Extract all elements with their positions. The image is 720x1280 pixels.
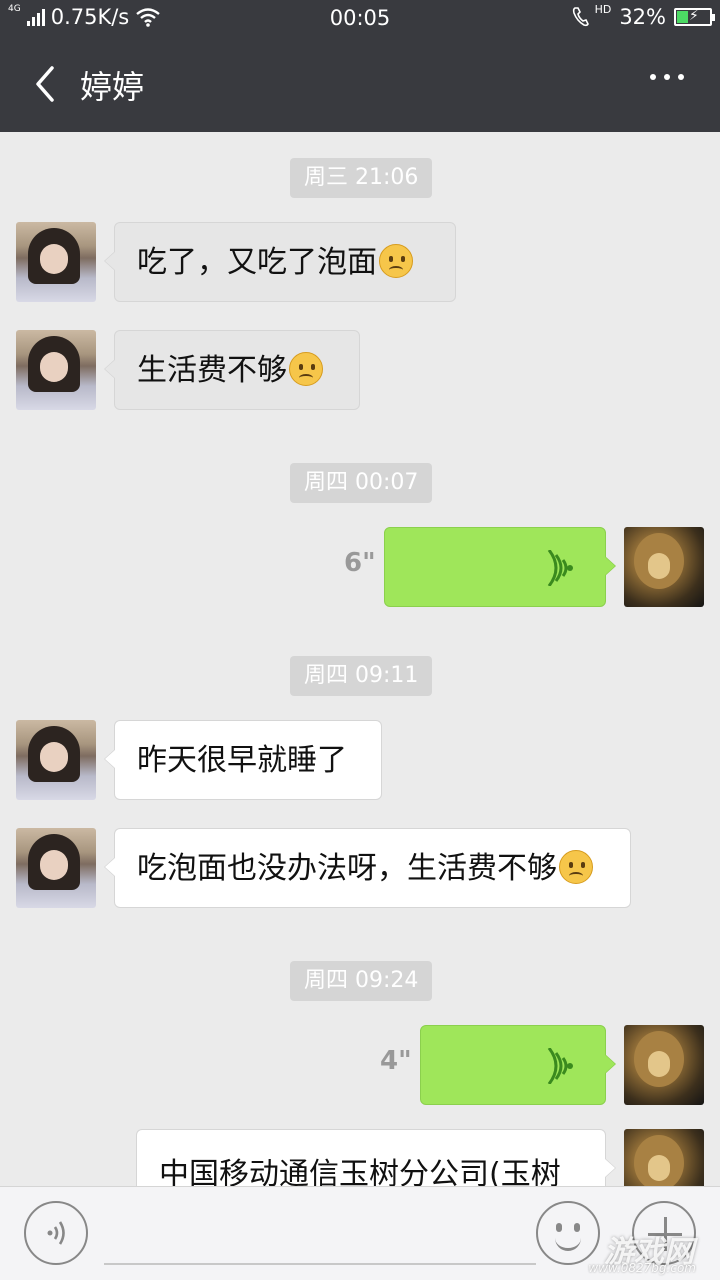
voice-input-button[interactable] [24,1201,88,1265]
voice-duration: 6" [344,548,376,578]
chat-messages[interactable]: 周三 21:06 吃了，又吃了泡面 生活费不够 周四 00:07 6" 周四 0… [0,132,720,1186]
message-text: 吃泡面也没办法呀，生活费不够 [137,851,557,886]
frown-emoji-icon [559,849,593,884]
chat-header: 婷婷 [0,36,720,132]
timestamp: 周四 09:11 [290,656,433,696]
back-arrow-icon[interactable] [28,64,68,104]
hd-label: HD [594,3,612,16]
contact-avatar[interactable] [16,828,96,908]
sent-voice-message[interactable] [420,1025,616,1105]
frown-emoji-icon [379,243,413,278]
my-avatar[interactable] [624,1025,704,1105]
contact-avatar[interactable] [16,222,96,302]
more-options-icon[interactable] [650,74,684,80]
timestamp: 周三 21:06 [290,158,433,198]
voice-wave-icon [547,550,573,586]
battery-icon: ⚡ [674,8,715,26]
received-message[interactable]: 吃了，又吃了泡面 [104,222,456,302]
sent-message[interactable]: 中国移动通信玉树分公司(玉树 [136,1129,616,1186]
battery-fill [677,11,688,23]
voice-icon [47,1221,65,1245]
emoji-button[interactable] [536,1201,600,1265]
message-text: 吃了，又吃了泡面 [137,245,377,280]
battery-percent: 32% [619,5,666,29]
status-bar: 4G 0.75K/s 00:05 HD 32% ⚡ [0,0,720,36]
chat-title: 婷婷 [80,68,145,106]
contact-avatar[interactable] [16,330,96,410]
received-message[interactable]: 昨天很早就睡了 [104,720,382,800]
message-text: 中国移动通信玉树分公司(玉树 [159,1157,561,1186]
voice-wave-icon [547,1048,573,1084]
timestamp: 周四 09:24 [290,961,433,1001]
input-bar: 游戏网 www.0827bg.com [0,1186,720,1280]
frown-emoji-icon [289,351,323,386]
message-text: 生活费不够 [137,353,287,388]
my-avatar[interactable] [624,1129,704,1186]
received-message[interactable]: 吃泡面也没办法呀，生活费不够 [104,828,631,908]
watermark-url: www.0827bg.com [588,1261,696,1275]
received-message[interactable]: 生活费不够 [104,330,360,410]
message-text: 昨天很早就睡了 [137,743,347,778]
sent-voice-message[interactable] [384,527,616,607]
contact-avatar[interactable] [16,720,96,800]
timestamp: 周四 00:07 [290,463,433,503]
charging-bolt-icon: ⚡ [689,8,699,24]
voice-duration: 4" [380,1046,412,1076]
my-avatar[interactable] [624,527,704,607]
message-input[interactable] [104,1263,536,1265]
